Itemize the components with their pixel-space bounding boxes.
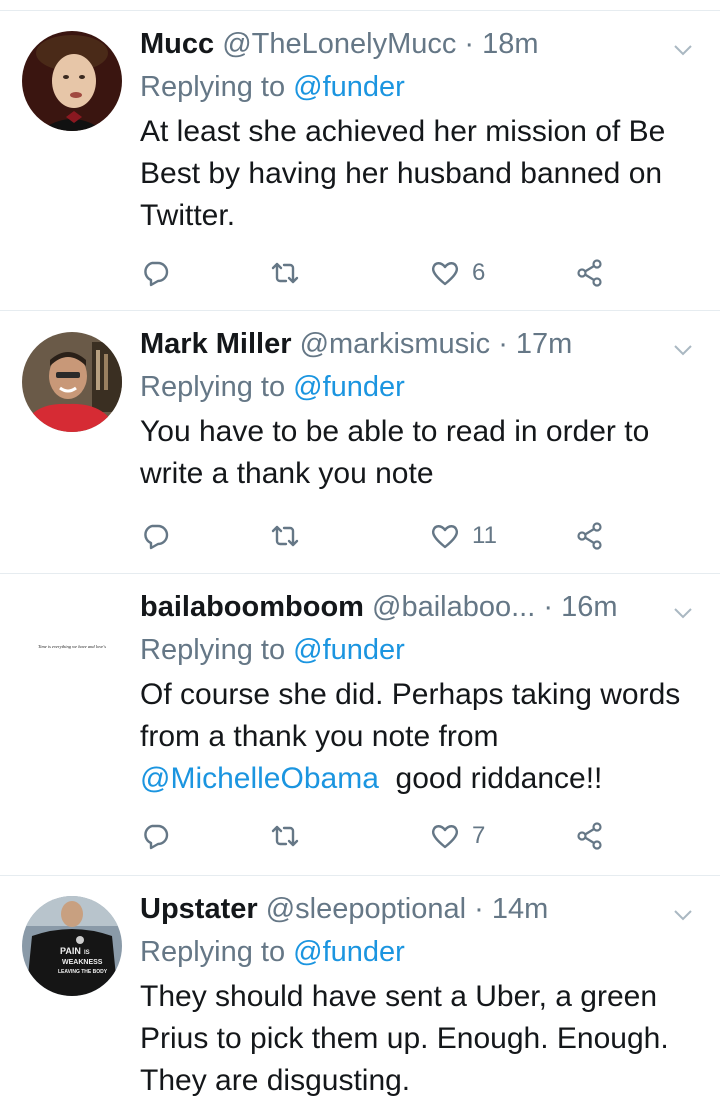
svg-text:WEAKNESS: WEAKNESS: [62, 959, 103, 966]
tweet-header: Mucc @TheLonelyMucc · 18m: [140, 25, 539, 63]
chevron-down-icon[interactable]: [672, 339, 694, 361]
timestamp[interactable]: 16m: [561, 591, 617, 623]
tweet-text-part: Of course she did. Perhaps taking words …: [140, 678, 681, 753]
display-name[interactable]: Upstater: [140, 893, 258, 925]
replying-to: Replying to @funder: [140, 631, 405, 669]
user-handle[interactable]: @markismusic: [300, 328, 491, 360]
tweet-card[interactable]: Time is everything we have and love's ba…: [0, 574, 720, 876]
reply-button[interactable]: [140, 819, 170, 853]
tweet-actions: 11: [140, 519, 620, 553]
replying-to: Replying to @funder: [140, 933, 405, 971]
share-icon: [577, 822, 602, 850]
retweet-button[interactable]: [270, 256, 300, 290]
reply-button[interactable]: [140, 256, 170, 290]
replying-to-label: Replying to: [140, 371, 286, 403]
separator-dot: ·: [498, 328, 508, 360]
tweet-text: You have to be able to read in order to …: [140, 415, 650, 490]
tweet-header: bailaboomboom @bailaboo... · 16m: [140, 588, 618, 626]
user-handle[interactable]: @TheLonelyMucc: [222, 28, 456, 60]
retweet-icon: [271, 825, 299, 847]
tweet-card[interactable]: PAIN IS WEAKNESS LEAVING THE BODY Upstat…: [0, 876, 720, 1119]
share-button[interactable]: [575, 256, 605, 290]
like-count: 11: [472, 522, 497, 549]
like-count: 7: [472, 822, 486, 849]
share-button[interactable]: [575, 819, 605, 853]
reply-mention-link[interactable]: @funder: [293, 634, 405, 666]
tweet-text: At least she achieved her mission of Be …: [140, 115, 666, 232]
display-name[interactable]: bailaboomboom: [140, 591, 364, 623]
reply-mention-link[interactable]: @funder: [293, 371, 405, 403]
reply-button[interactable]: [140, 519, 170, 553]
replying-to-label: Replying to: [140, 634, 286, 666]
separator-dot: ·: [474, 893, 484, 925]
svg-text:PAIN: PAIN: [60, 946, 81, 956]
replying-to: Replying to @funder: [140, 68, 405, 106]
share-icon: [577, 522, 602, 550]
reply-icon: [144, 524, 169, 550]
display-name[interactable]: Mucc: [140, 28, 214, 60]
svg-text:Time is everything we have and: Time is everything we have and love's: [38, 644, 106, 649]
like-count: 6: [472, 259, 486, 286]
reply-icon: [144, 261, 169, 287]
replying-to: Replying to @funder: [140, 368, 405, 406]
display-name[interactable]: Mark Miller: [140, 328, 292, 360]
replying-to-label: Replying to: [140, 936, 286, 968]
tweet-card[interactable]: Mucc @TheLonelyMucc · 18m Replying to @f…: [0, 11, 720, 311]
tweet-actions: 7: [140, 819, 620, 853]
reply-mention-link[interactable]: @funder: [293, 936, 405, 968]
reply-mention-link[interactable]: @funder: [293, 71, 405, 103]
tweet-card[interactable]: Mark Miller @markismusic · 17m Replying …: [0, 311, 720, 574]
user-handle[interactable]: @bailaboo...: [372, 591, 535, 623]
avatar[interactable]: PAIN IS WEAKNESS LEAVING THE BODY: [22, 896, 122, 996]
tweet-text: They should have sent a Uber, a green Pr…: [140, 980, 669, 1097]
chevron-down-icon[interactable]: [672, 39, 694, 61]
tweet-header: Upstater @sleepoptional · 14m: [140, 890, 548, 928]
svg-text:IS: IS: [84, 950, 90, 956]
retweet-button[interactable]: [270, 819, 300, 853]
like-button[interactable]: 6: [430, 256, 485, 290]
retweet-icon: [271, 525, 299, 547]
tweet-header: Mark Miller @markismusic · 17m: [140, 325, 572, 363]
like-button[interactable]: 7: [430, 819, 485, 853]
like-icon: [431, 525, 459, 549]
chevron-down-icon[interactable]: [672, 904, 694, 926]
like-icon: [431, 262, 459, 286]
avatar[interactable]: Time is everything we have and love's: [22, 596, 122, 696]
avatar[interactable]: [22, 31, 122, 131]
tweet-text-part: good riddance!!: [395, 762, 603, 795]
top-divider: [0, 0, 720, 11]
separator-dot: ·: [464, 28, 475, 60]
share-button[interactable]: [575, 519, 605, 553]
share-icon: [577, 259, 602, 287]
svg-text:LEAVING THE BODY: LEAVING THE BODY: [58, 969, 108, 975]
separator-dot: ·: [543, 591, 554, 623]
like-icon: [431, 825, 459, 849]
retweet-icon: [271, 262, 299, 284]
reply-icon: [144, 824, 169, 850]
tweet-text: Of course she did. Perhaps taking words …: [140, 674, 705, 800]
timestamp[interactable]: 14m: [492, 893, 548, 925]
retweet-button[interactable]: [270, 519, 300, 553]
avatar[interactable]: [22, 332, 122, 432]
mention-link[interactable]: @MichelleObama: [140, 762, 379, 795]
like-button[interactable]: 11: [430, 519, 497, 553]
timestamp[interactable]: 18m: [482, 28, 538, 60]
chevron-down-icon[interactable]: [672, 602, 694, 624]
replying-to-label: Replying to: [140, 71, 286, 103]
timestamp[interactable]: 17m: [516, 328, 572, 360]
tweet-actions: 6: [140, 256, 620, 290]
user-handle[interactable]: @sleepoptional: [266, 893, 466, 925]
